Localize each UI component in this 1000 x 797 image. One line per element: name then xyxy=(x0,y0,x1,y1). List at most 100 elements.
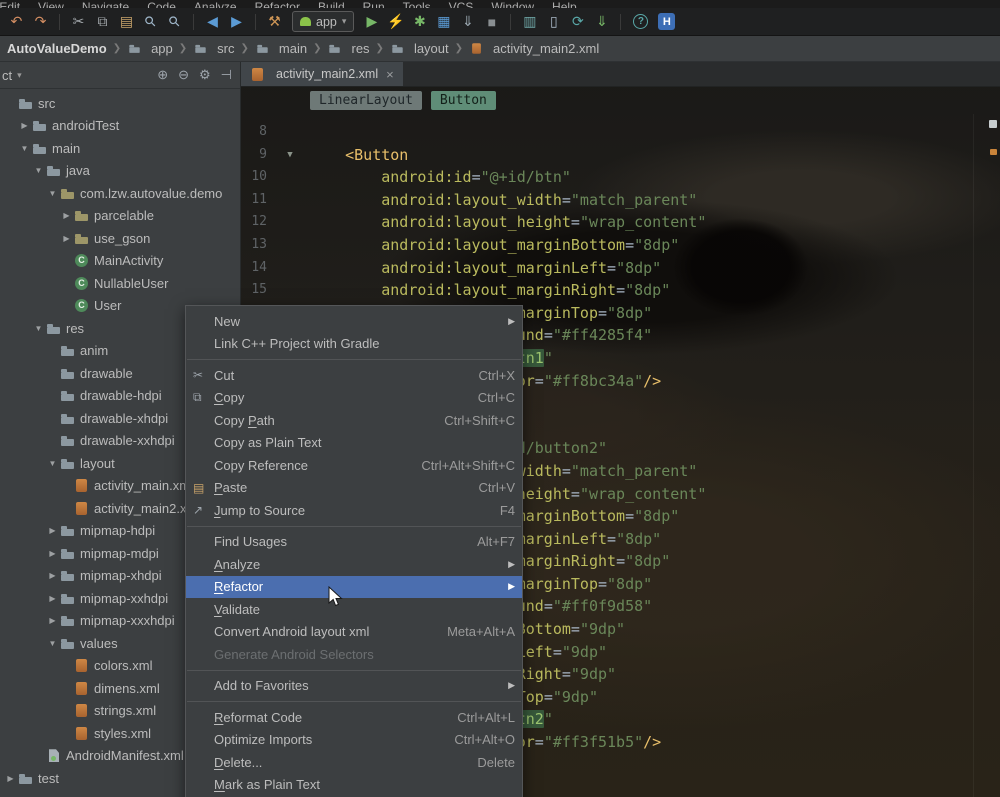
tree-item-com-lzw-autovalue-demo[interactable]: ▼com.lzw.autovalue.demo xyxy=(0,182,240,205)
code-line-13[interactable]: 13 android:layout_marginBottom="8dp" xyxy=(241,234,1000,257)
menu-edit[interactable]: Edit xyxy=(0,0,20,8)
menu-item-refactor[interactable]: Refactor▶ xyxy=(186,576,522,599)
breadcrumb-activity-main2-xml[interactable]: activity_main2.xml xyxy=(466,40,602,57)
tree-arrow-right-icon[interactable]: ▶ xyxy=(47,526,58,535)
tree-arrow-down-icon[interactable]: ▼ xyxy=(47,639,58,648)
menu-tools[interactable]: Tools xyxy=(403,0,431,8)
menu-help[interactable]: Help xyxy=(552,0,577,8)
menu-refactor[interactable]: Refactor xyxy=(255,0,300,8)
menu-item-reformat-code[interactable]: Reformat CodeCtrl+Alt+L xyxy=(186,706,522,729)
code-line-8[interactable]: 8 xyxy=(241,121,1000,144)
copy-icon[interactable]: ⧉ xyxy=(92,11,113,32)
tree-item-src[interactable]: src xyxy=(0,92,240,115)
code-line-14[interactable]: 14 android:layout_marginLeft="8dp" xyxy=(241,257,1000,280)
menu-item-jump-to-source[interactable]: ↗Jump to SourceF4 xyxy=(186,499,522,522)
panel-caret-icon[interactable]: ▾ xyxy=(17,70,22,81)
paste-icon[interactable]: ▤ xyxy=(116,11,137,32)
tree-arrow-down-icon[interactable]: ▼ xyxy=(47,459,58,468)
tree-arrow-down-icon[interactable]: ▼ xyxy=(33,324,44,333)
menu-view[interactable]: View xyxy=(38,0,64,8)
build-icon[interactable]: ⚒ xyxy=(264,11,285,32)
menu-item-add-to-favorites[interactable]: Add to Favorites▶ xyxy=(186,675,522,698)
replace-icon[interactable]: ⚲ xyxy=(160,7,190,37)
menu-item-analyze[interactable]: Analyze▶ xyxy=(186,553,522,576)
tree-arrow-down-icon[interactable]: ▼ xyxy=(33,166,44,175)
tree-item-androidtest[interactable]: ▶androidTest xyxy=(0,115,240,138)
menu-item-convert-android-layout-xml[interactable]: Convert Android layout xmlMeta+Alt+A xyxy=(186,621,522,644)
menu-item-copy-as-plain-text[interactable]: Copy as Plain Text xyxy=(186,432,522,455)
breadcrumb-tag-linearlayout[interactable]: LinearLayout xyxy=(310,91,422,110)
breadcrumb-src[interactable]: src xyxy=(190,40,237,57)
menu-item-copy-path[interactable]: Copy PathCtrl+Shift+C xyxy=(186,409,522,432)
hide-panel-icon[interactable]: ⊣ xyxy=(221,67,232,83)
tree-arrow-right-icon[interactable]: ▶ xyxy=(61,211,72,220)
run-config-select[interactable]: app▾ xyxy=(292,11,354,32)
breadcrumb-layout[interactable]: layout xyxy=(387,40,452,57)
menu-window[interactable]: Window xyxy=(491,0,534,8)
sdk-manager-icon[interactable]: ⇓ xyxy=(591,11,612,32)
menu-build[interactable]: Build xyxy=(318,0,345,8)
tree-item-nullableuser[interactable]: NullableUser xyxy=(0,272,240,295)
tree-arrow-right-icon[interactable]: ▶ xyxy=(47,594,58,603)
tree-arrow-right-icon[interactable]: ▶ xyxy=(5,774,16,783)
menu-item-cut[interactable]: ✂CutCtrl+X xyxy=(186,364,522,387)
tree-item-mainactivity[interactable]: MainActivity xyxy=(0,250,240,273)
tree-item-java[interactable]: ▼java xyxy=(0,160,240,183)
forward-icon[interactable]: ▶ xyxy=(226,11,247,32)
cut-icon[interactable]: ✂ xyxy=(68,11,89,32)
device-file-explorer-icon[interactable]: ▥ xyxy=(519,11,540,32)
menu-item-copy-reference[interactable]: Copy ReferenceCtrl+Alt+Shift+C xyxy=(186,454,522,477)
undo-icon[interactable]: ↶ xyxy=(6,11,27,32)
tree-arrow-down-icon[interactable]: ▼ xyxy=(47,189,58,198)
code-line-11[interactable]: 11 android:layout_width="match_parent" xyxy=(241,189,1000,212)
stripe-mark[interactable] xyxy=(990,149,997,155)
redo-icon[interactable]: ↷ xyxy=(30,11,51,32)
menu-item-paste[interactable]: ▤PasteCtrl+V xyxy=(186,477,522,500)
menu-vcs[interactable]: VCS xyxy=(449,0,474,8)
settings-gear-icon[interactable]: ⚙ xyxy=(199,67,211,83)
menu-item-mark-as-plain-text[interactable]: Mark as Plain Text xyxy=(186,774,522,797)
code-line-15[interactable]: 15 android:layout_marginRight="8dp" xyxy=(241,279,1000,302)
menu-item-link-c-project-with-gradle[interactable]: Link C++ Project with Gradle xyxy=(186,333,522,356)
tree-arrow-right-icon[interactable]: ▶ xyxy=(19,121,30,130)
locate-file-icon[interactable]: ⊕ xyxy=(157,67,168,83)
menu-navigate[interactable]: Navigate xyxy=(82,0,129,8)
menu-item-delete[interactable]: Delete...Delete xyxy=(186,751,522,774)
menu-run[interactable]: Run xyxy=(363,0,385,8)
apply-changes-icon[interactable]: ⚡ xyxy=(385,11,406,32)
menu-item-find-usages[interactable]: Find UsagesAlt+F7 xyxy=(186,531,522,554)
attach-debugger-icon[interactable]: ⇓ xyxy=(457,11,478,32)
avd-manager-icon[interactable]: ▯ xyxy=(543,11,564,32)
tree-arrow-right-icon[interactable]: ▶ xyxy=(47,571,58,580)
project-panel-title[interactable]: ct xyxy=(2,68,12,83)
collapse-all-icon[interactable]: ⊖ xyxy=(178,67,189,83)
tree-item-use-gson[interactable]: ▶use_gson xyxy=(0,227,240,250)
profiler-icon[interactable]: ▦ xyxy=(433,11,454,32)
tree-arrow-right-icon[interactable]: ▶ xyxy=(61,234,72,243)
run-icon[interactable]: ▶ xyxy=(361,11,382,32)
help-icon[interactable]: ? xyxy=(633,14,648,29)
tree-arrow-right-icon[interactable]: ▶ xyxy=(47,616,58,625)
code-line-12[interactable]: 12 android:layout_height="wrap_content" xyxy=(241,211,1000,234)
sync-project-icon[interactable]: ⟳ xyxy=(567,11,588,32)
tree-item-parcelable[interactable]: ▶parcelable xyxy=(0,205,240,228)
error-stripe[interactable] xyxy=(988,88,1000,797)
debug-icon[interactable]: ✱ xyxy=(409,11,430,32)
breadcrumb-tag-button[interactable]: Button xyxy=(431,91,496,110)
fold-arrow-icon[interactable]: ▼ xyxy=(271,144,309,167)
tree-item-main[interactable]: ▼main xyxy=(0,137,240,160)
hms-tool-icon[interactable]: H xyxy=(658,13,675,30)
tree-arrow-right-icon[interactable]: ▶ xyxy=(47,549,58,558)
menu-item-validate[interactable]: Validate xyxy=(186,598,522,621)
menu-item-new[interactable]: New▶ xyxy=(186,310,522,333)
breadcrumb-autovaluedemo[interactable]: AutoValueDemo xyxy=(4,40,110,57)
menu-item-optimize-imports[interactable]: Optimize ImportsCtrl+Alt+O xyxy=(186,729,522,752)
breadcrumb-main[interactable]: main xyxy=(252,40,310,57)
breadcrumb-res[interactable]: res xyxy=(324,40,372,57)
breadcrumb-app[interactable]: app xyxy=(124,40,176,57)
menu-analyze[interactable]: Analyze xyxy=(194,0,237,8)
tab-activity-main2-xml[interactable]: activity_main2.xml × xyxy=(241,62,403,86)
code-line-9[interactable]: 9▼ <Button xyxy=(241,144,1000,167)
tab-close-icon[interactable]: × xyxy=(386,67,394,82)
tree-arrow-down-icon[interactable]: ▼ xyxy=(19,144,30,153)
